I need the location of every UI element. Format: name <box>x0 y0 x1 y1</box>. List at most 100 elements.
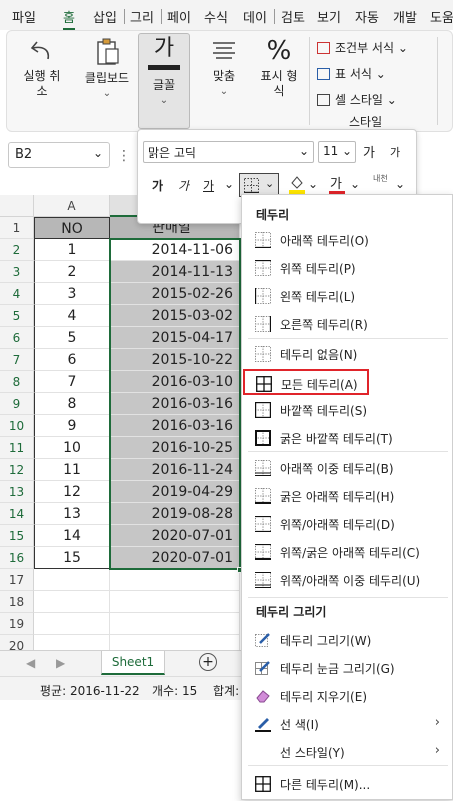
row-header[interactable]: 10 <box>0 415 34 437</box>
chevron-down-icon[interactable]: ⌄ <box>224 177 234 191</box>
row-header[interactable]: 13 <box>0 481 34 503</box>
cell-a[interactable]: 11 <box>34 459 110 481</box>
tab-help[interactable]: 도움 <box>430 7 453 26</box>
menu-item-draw-border[interactable]: 테두리 그리기(W) <box>244 627 450 653</box>
cell-b[interactable] <box>110 569 240 591</box>
cell-b[interactable]: 2015-03-02 <box>110 305 240 327</box>
cell-a[interactable]: 8 <box>34 393 110 415</box>
row-header[interactable]: 7 <box>0 349 34 371</box>
cell-b[interactable]: 2015-04-17 <box>110 327 240 349</box>
cell-b[interactable] <box>110 613 240 635</box>
row-header[interactable]: 6 <box>0 327 34 349</box>
menu-item-top-border[interactable]: 위쪽 테두리(P) <box>244 255 450 281</box>
tab-view[interactable]: 보기 <box>317 7 341 26</box>
row-header[interactable]: 12 <box>0 459 34 481</box>
tab-formulas[interactable]: 수식 <box>204 7 228 26</box>
row-header[interactable]: 2 <box>0 239 34 261</box>
menu-item-erase-border[interactable]: 테두리 지우기(E) <box>244 683 450 709</box>
cell-a[interactable] <box>34 613 110 635</box>
row-header[interactable]: 4 <box>0 283 34 305</box>
cell-a[interactable]: 4 <box>34 305 110 327</box>
tab-review[interactable]: 검토 <box>281 7 305 26</box>
cell-a[interactable]: 14 <box>34 525 110 547</box>
menu-item-top-double-bottom-border[interactable]: 위쪽/아래쪽 이중 테두리(U) <box>244 567 450 593</box>
row-header[interactable]: 18 <box>0 591 34 613</box>
shrink-font-button[interactable]: 가 <box>390 144 400 160</box>
row-header[interactable]: 9 <box>0 393 34 415</box>
menu-item-no-border[interactable]: 테두리 없음(N) <box>244 341 450 367</box>
menu-item-all-borders[interactable]: 모든 테두리(A) <box>243 369 369 395</box>
conditional-format-button[interactable]: 조건부 서식 ⌄ <box>317 39 408 56</box>
cell-a[interactable]: 10 <box>34 437 110 459</box>
menu-item-left-border[interactable]: 왼쪽 테두리(L) <box>244 283 450 309</box>
row-header[interactable]: 3 <box>0 261 34 283</box>
sheet-tab-sheet1[interactable]: Sheet1 <box>101 651 165 675</box>
cell-b[interactable]: 2016-10-25 <box>110 437 240 459</box>
cell-b[interactable]: 2020-07-01 <box>110 547 240 569</box>
cell-a[interactable]: NO <box>34 217 110 239</box>
menu-item-outside-borders[interactable]: 바깥쪽 테두리(S) <box>244 397 450 423</box>
alignment-button[interactable]: 맞춤 ⌄ <box>199 39 249 99</box>
underline-button[interactable]: 가 <box>203 177 214 194</box>
font-size-select[interactable]: 11 ⌄ <box>318 141 356 163</box>
menu-item-more-borders[interactable]: 다른 테두리(M)... <box>244 771 450 797</box>
cell-b[interactable]: 2014-11-13 <box>110 261 240 283</box>
undo-button[interactable]: 실행 취 소 <box>11 37 73 99</box>
cell-b[interactable]: 2016-03-16 <box>110 393 240 415</box>
tab-draw[interactable]: 그리 <box>130 7 154 26</box>
bold-button[interactable]: 가 <box>152 177 163 194</box>
tab-page-layout[interactable]: 페이 <box>167 7 191 26</box>
row-header[interactable]: 17 <box>0 569 34 591</box>
cell-a[interactable]: 9 <box>34 415 110 437</box>
font-name-select[interactable]: 맑은 고딕 ⌄ <box>143 141 314 163</box>
cell-a[interactable] <box>34 591 110 613</box>
row-header[interactable]: 15 <box>0 525 34 547</box>
add-sheet-icon[interactable]: + <box>199 653 217 671</box>
font-color-button[interactable]: 가 <box>330 173 342 192</box>
chevron-down-icon[interactable]: ⌄ <box>350 177 360 191</box>
grow-font-button[interactable]: 가 <box>363 142 375 161</box>
cell-a[interactable]: 6 <box>34 349 110 371</box>
menu-item-thick-outside-border[interactable]: 굵은 바깥쪽 테두리(T) <box>244 425 450 451</box>
table-format-button[interactable]: 표 서식 ⌄ <box>317 65 386 82</box>
italic-button[interactable]: 가 <box>178 177 189 194</box>
phonetic-button[interactable]: 내천 <box>373 174 388 183</box>
fill-color-icon[interactable] <box>289 174 305 194</box>
tab-data[interactable]: 데이 <box>243 7 267 26</box>
row-header[interactable]: 11 <box>0 437 34 459</box>
tab-insert[interactable]: 삽입 <box>93 7 117 26</box>
cell-a[interactable]: 7 <box>34 371 110 393</box>
tab-home[interactable]: 홈 <box>63 7 75 30</box>
tab-automate[interactable]: 자동 <box>355 7 379 26</box>
cell-b[interactable]: 2019-08-28 <box>110 503 240 525</box>
menu-item-right-border[interactable]: 오른쪽 테두리(R) <box>244 311 450 337</box>
cell-a[interactable]: 3 <box>34 283 110 305</box>
prev-sheet-icon[interactable]: ◀ <box>26 656 35 670</box>
cell-b[interactable]: 2015-02-26 <box>110 283 240 305</box>
cell-a[interactable]: 5 <box>34 327 110 349</box>
menu-item-thick-bottom-border[interactable]: 굵은 아래쪽 테두리(H) <box>244 483 450 509</box>
menu-item-line-color[interactable]: 선 색(I) › <box>244 711 450 737</box>
name-box[interactable]: B2 ⌄ <box>8 142 110 168</box>
tab-file[interactable]: 파일 <box>12 7 36 26</box>
cell-a[interactable]: 1 <box>34 239 110 261</box>
cell-a[interactable] <box>34 569 110 591</box>
row-header[interactable]: 16 <box>0 547 34 569</box>
clipboard-button[interactable]: 클립보드 ⌄ <box>77 37 137 101</box>
cell-a[interactable]: 12 <box>34 481 110 503</box>
chevron-down-icon[interactable]: ⌄ <box>308 177 318 191</box>
cell-b[interactable] <box>110 591 240 613</box>
row-header[interactable]: 19 <box>0 613 34 635</box>
cell-style-button[interactable]: 셀 스타일 ⌄ <box>317 91 397 108</box>
row-header[interactable]: 8 <box>0 371 34 393</box>
cell-b[interactable]: 2016-03-16 <box>110 415 240 437</box>
cell-a[interactable]: 15 <box>34 547 110 569</box>
cell-b[interactable]: 2016-11-24 <box>110 459 240 481</box>
cell-a[interactable]: 2 <box>34 261 110 283</box>
row-header[interactable]: 5 <box>0 305 34 327</box>
menu-item-bottom-border[interactable]: 아래쪽 테두리(O) <box>244 227 450 253</box>
select-all-corner[interactable] <box>0 195 34 217</box>
cell-b[interactable]: 2020-07-01 <box>110 525 240 547</box>
column-header-a[interactable]: A <box>34 195 110 217</box>
font-group-button[interactable]: 가 글꼴 ⌄ <box>138 33 190 129</box>
